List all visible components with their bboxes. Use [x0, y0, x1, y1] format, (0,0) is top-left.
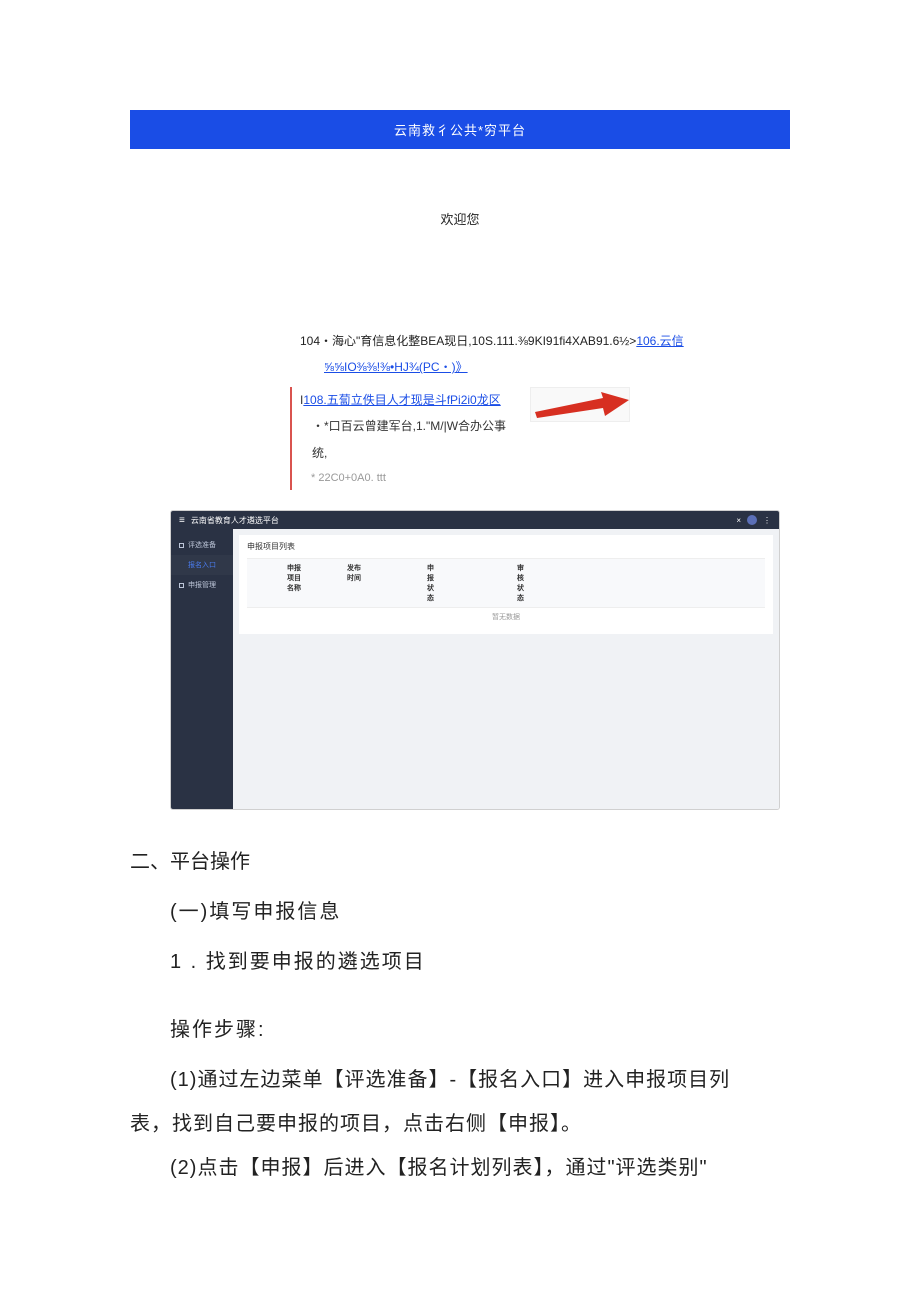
banner-title: 云南救彳公共*穷平台 [394, 123, 526, 138]
step-1-line-b: 表，找到自己要申报的项目，点击右侧【申报】。 [130, 1102, 790, 1146]
table-header-col3: 申报状态 [367, 563, 437, 603]
sidebar-label: 申报管理 [188, 580, 216, 590]
callout-line3: * 22C0+0A0. ttt [300, 466, 520, 490]
table-header-col4: 审核状态 [437, 563, 517, 603]
platform-banner: 云南救彳公共*穷平台 [130, 110, 790, 149]
heading-2: 二、平台操作 [130, 840, 790, 884]
card-title: 申报项目列表 [247, 541, 765, 558]
step-2: (2)点击【申报】后进入【报名计划列表】，通过"评选类别" [130, 1146, 790, 1190]
more-icon[interactable]: ⋮ [763, 516, 771, 525]
square-icon [179, 583, 184, 588]
callout-link-108[interactable]: 108.五蔔立佚目人才现是斗fPi2i0龙区 [303, 393, 500, 407]
sub-heading-2: 1 . 找到要申报的遴选项目 [130, 940, 790, 984]
link-prefix: 104・海心"育信息化整BEA现日,10S.111.⅜9KI91fi4XAB91… [300, 334, 636, 348]
screenshot-body: 评选准备 报名入口 申报管理 申报项目列表 申报项目名称 发布时间 申报状态 [171, 529, 779, 809]
square-icon [179, 543, 184, 548]
callout-text: I108.五蔔立佚目人才现是斗fPi2i0龙区 ・*口百云曾建军台,1."M/|… [290, 387, 520, 490]
welcome-text: 欢迎您 [0, 209, 920, 228]
screenshot-header: ≡ 云南省教育人才遴选平台 × ⋮ [171, 511, 779, 529]
close-icon[interactable]: × [736, 516, 741, 525]
table-header-col2: 发布时间 [307, 563, 367, 603]
table-header-col1: 申报项目名称 [247, 563, 307, 603]
avatar[interactable] [747, 515, 757, 525]
red-arrow-icon [533, 390, 629, 421]
callout-line2: ・*口百云曾建军台,1."M/|W合办公事统, [300, 413, 520, 466]
sub-heading-1: (一)填写申报信息 [130, 890, 790, 934]
main-card: 申报项目列表 申报项目名称 发布时间 申报状态 审核状态 暂无数据 [239, 535, 773, 634]
screenshot-main: 申报项目列表 申报项目名称 发布时间 申报状态 审核状态 暂无数据 [233, 529, 779, 809]
link-106[interactable]: 106.云信 [636, 334, 683, 348]
platform-screenshot: ≡ 云南省教育人才遴选平台 × ⋮ 评选准备 报名入口 申报管理 [170, 510, 780, 810]
screenshot-title: 云南省教育人才遴选平台 [191, 515, 279, 526]
callout-row: I108.五蔔立佚目人才现是斗fPi2i0龙区 ・*口百云曾建军台,1."M/|… [290, 387, 780, 490]
hamburger-icon[interactable]: ≡ [179, 515, 185, 526]
step-1-line-a: (1)通过左边菜单【评选准备】-【报名入口】进入申报项目列 [130, 1058, 790, 1102]
arrow-callout-image [530, 387, 630, 422]
sidebar-item-pingxuan[interactable]: 评选准备 [171, 535, 233, 555]
sidebar: 评选准备 报名入口 申报管理 [171, 529, 233, 809]
sidebar-item-shenbao[interactable]: 申报管理 [171, 575, 233, 595]
steps-label: 操作步骤: [130, 1008, 790, 1052]
document-body: 二、平台操作 (一)填写申报信息 1 . 找到要申报的遴选项目 操作步骤: (1… [130, 840, 790, 1190]
sidebar-item-baoming[interactable]: 报名入口 [171, 555, 233, 575]
link-line2[interactable]: ⅝⅝IO⅜⅜!⅜•HJ¾(PC・)》 [300, 354, 780, 380]
sidebar-label: 评选准备 [188, 540, 216, 550]
table-header-row: 申报项目名称 发布时间 申报状态 审核状态 [247, 558, 765, 608]
link-block: 104・海心"育信息化整BEA现日,10S.111.⅜9KI91fi4XAB91… [300, 328, 780, 381]
sidebar-label: 报名入口 [179, 560, 216, 570]
table-empty: 暂无数据 [247, 608, 765, 628]
